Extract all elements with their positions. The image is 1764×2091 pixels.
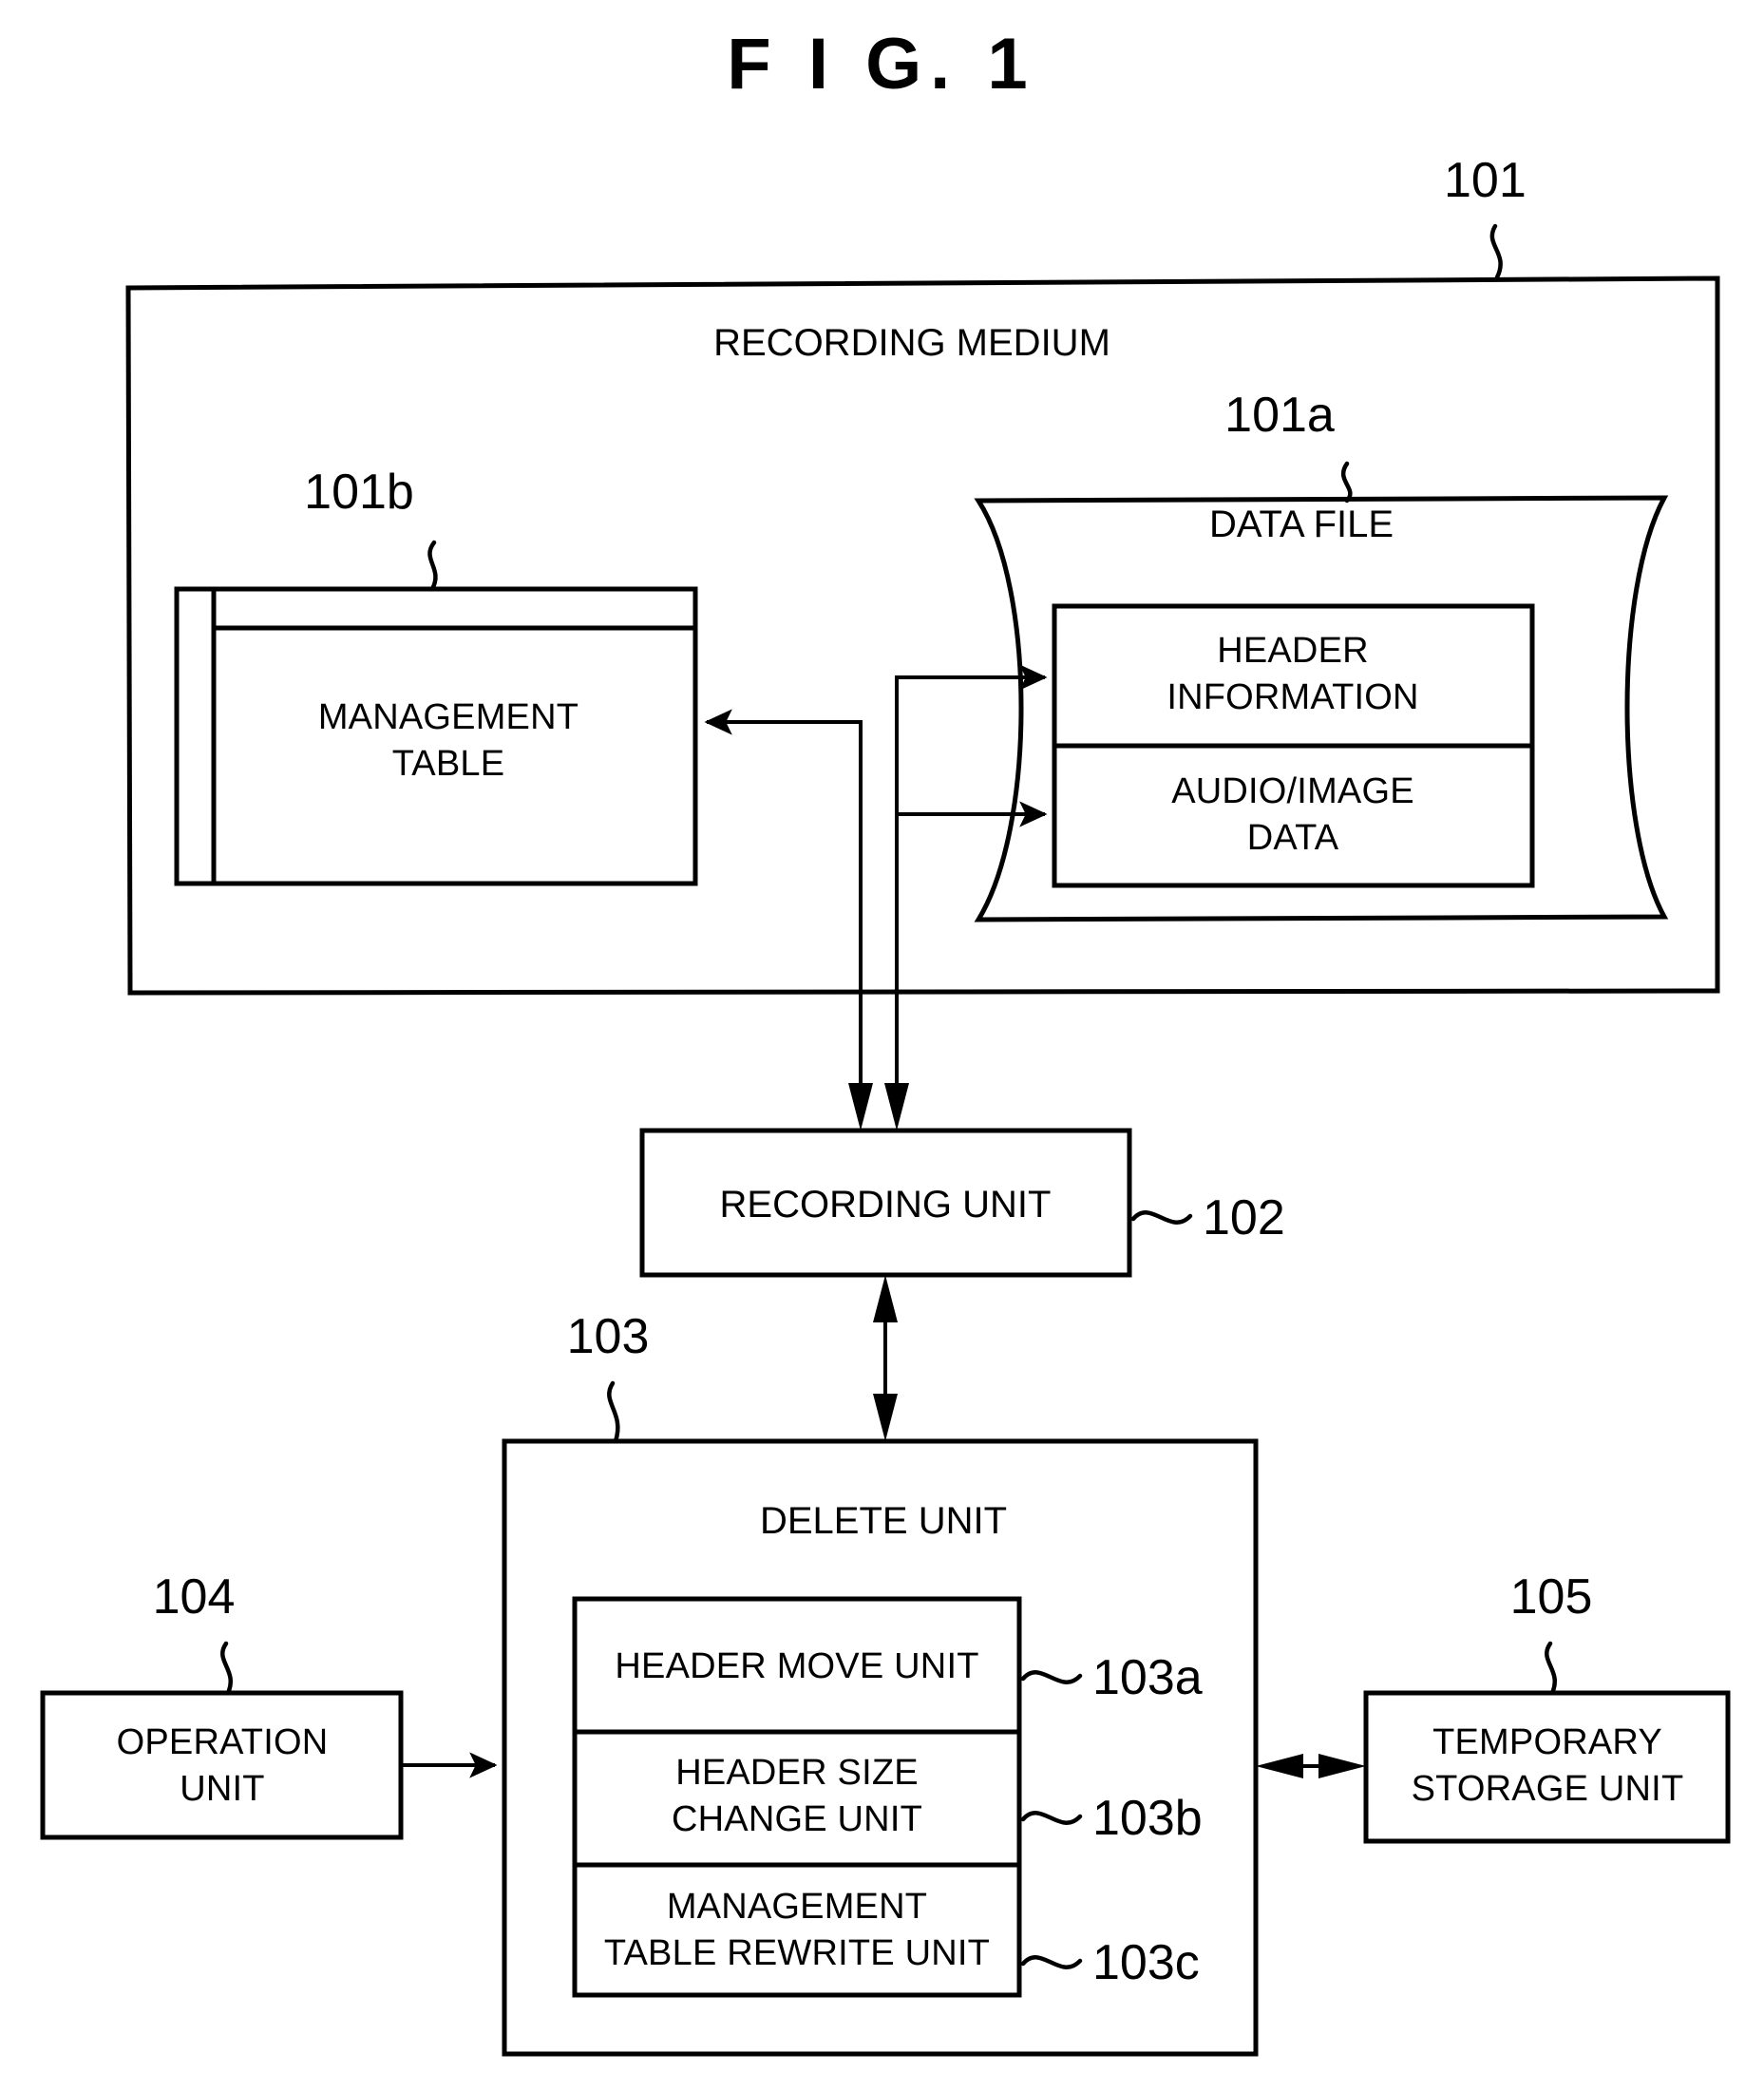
management-table-rewrite-unit-label-line2: TABLE REWRITE UNIT: [604, 1933, 990, 1973]
audio-image-data-label-line2: DATA: [1247, 818, 1339, 858]
ref-104-group: 104: [153, 1569, 236, 1696]
delete-unit-label: DELETE UNIT: [760, 1500, 1007, 1542]
connector-delete-unit-to-temporary-storage-unit: [1256, 1754, 1366, 1778]
ref-105-leader-line: [1545, 1641, 1557, 1696]
management-table-rewrite-unit-label-line1: MANAGEMENT: [667, 1887, 927, 1927]
arrowhead-up-to-recording-unit: [873, 1275, 898, 1322]
ref-101b-number: 101b: [304, 465, 414, 520]
connector-recording-unit-to-management-table: [704, 709, 863, 1110]
ref-101-number: 101: [1444, 153, 1527, 208]
ref-101a-number: 101a: [1224, 388, 1335, 443]
arrowheads-into-recording-unit: [848, 1083, 909, 1131]
temporary-storage-unit-border: [1363, 1690, 1731, 1844]
ref-101-group: 101: [1444, 153, 1527, 280]
management-table-label-line2: TABLE: [392, 744, 505, 784]
ref-101a-leader-line: [1340, 461, 1353, 504]
recording-unit-label: RECORDING UNIT: [720, 1184, 1052, 1226]
data-file-block: DATA FILE HEADER INFORMATION AUDIO/IMAGE…: [974, 495, 1669, 922]
ref-101b-group: 101b: [304, 465, 438, 592]
header-size-change-unit-label-line1: HEADER SIZE: [675, 1753, 919, 1793]
ref-105-group: 105: [1510, 1569, 1593, 1696]
operation-unit-border: [40, 1690, 404, 1840]
ref-102-number: 102: [1203, 1190, 1285, 1245]
operation-unit-label-line2: UNIT: [180, 1769, 264, 1809]
arrowhead-down-to-delete-unit: [873, 1394, 898, 1441]
ref-103c-number: 103c: [1092, 1935, 1200, 1990]
arrowhead-right-to-temporary-storage: [1318, 1754, 1366, 1778]
arrowhead-left-into-recording-unit: [848, 1083, 873, 1131]
patent-figure: F I G. 1 RECORDING MEDIUM 101 MANAGEMENT…: [0, 0, 1764, 2091]
header-move-unit-label: HEADER MOVE UNIT: [615, 1646, 978, 1686]
ref-104-number: 104: [153, 1569, 236, 1625]
arrow-to-management-table: [704, 709, 863, 1110]
header-information-label-line2: INFORMATION: [1167, 677, 1418, 717]
ref-105-number: 105: [1510, 1569, 1593, 1625]
header-information-label-line1: HEADER: [1217, 631, 1369, 671]
temporary-storage-unit-label-line2: STORAGE UNIT: [1412, 1769, 1684, 1809]
temporary-storage-unit-label-line1: TEMPORARY: [1432, 1722, 1662, 1762]
ref-104-leader-line: [220, 1641, 233, 1696]
figure-title: F I G. 1: [727, 24, 1035, 105]
operation-unit-label-line1: OPERATION: [117, 1722, 329, 1762]
data-file-label: DATA FILE: [1209, 504, 1394, 545]
management-table-block: MANAGEMENT TABLE: [174, 586, 698, 886]
arrowhead-right-into-recording-unit: [884, 1083, 909, 1131]
audio-image-data-label-line1: AUDIO/IMAGE: [1171, 771, 1414, 811]
ref-102-leader-line: [1130, 1210, 1193, 1225]
management-table-label-line1: MANAGEMENT: [318, 697, 579, 737]
ref-103b-number: 103b: [1092, 1791, 1203, 1846]
header-size-change-unit-label-line2: CHANGE UNIT: [672, 1799, 922, 1839]
ref-102-group: 102: [1130, 1190, 1285, 1245]
ref-101-leader-line: [1489, 223, 1503, 280]
diagram-canvas: F I G. 1 RECORDING MEDIUM 101 MANAGEMENT…: [40, 24, 1731, 2057]
ref-103-leader-line: [607, 1380, 620, 1444]
recording-medium-label: RECORDING MEDIUM: [713, 322, 1110, 364]
ref-101a-group: 101a: [1224, 388, 1353, 504]
temporary-storage-unit-block: TEMPORARY STORAGE UNIT: [1363, 1690, 1731, 1844]
ref-103-number: 103: [567, 1309, 650, 1364]
operation-unit-block: OPERATION UNIT: [40, 1690, 404, 1840]
ref-101b-leader-line: [427, 540, 438, 592]
ref-103a-number: 103a: [1092, 1650, 1203, 1705]
arrowhead-left-to-delete-unit: [1256, 1754, 1303, 1778]
recording-unit-block: RECORDING UNIT: [639, 1128, 1132, 1278]
connector-recording-unit-to-delete-unit: [873, 1275, 898, 1441]
ref-103-group: 103: [567, 1309, 650, 1444]
